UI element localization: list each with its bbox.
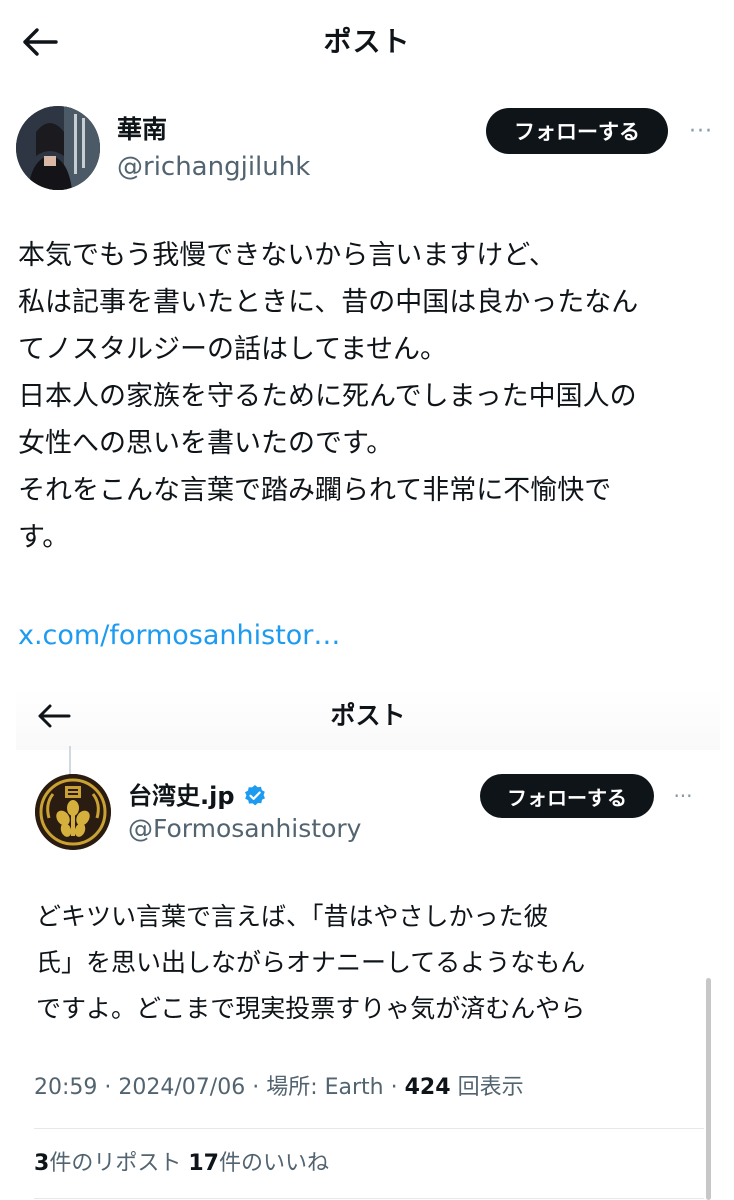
reposts-label: 件のリポスト [49, 1151, 182, 1176]
likes-label: 件のいいね [218, 1151, 329, 1176]
meta-separator: · [104, 1075, 119, 1100]
reposts-count: 3 [34, 1151, 50, 1176]
post-time: 20:59 [34, 1075, 98, 1100]
embedded-screenshot[interactable]: ポスト 台湾史.jp @Formosanhistory フォローする ··· ど… [16, 688, 720, 1200]
embedded-avatar [35, 774, 111, 850]
top-bar: ポスト [0, 0, 734, 84]
page-title: ポスト [323, 25, 411, 58]
post-location: 場所: Earth [266, 1075, 384, 1100]
thread-line [69, 746, 71, 774]
author-handle[interactable]: @richangjiluhk [117, 150, 310, 184]
author-name[interactable]: 華南 [117, 114, 167, 146]
embedded-post-stats: 3件のリポスト 17件のいいね [34, 1148, 329, 1180]
embedded-post-meta: 20:59 · 2024/07/06 · 場所: Earth · 424 回表示 [34, 1072, 524, 1104]
meta-separator: · [252, 1075, 267, 1100]
likes-count: 17 [188, 1151, 219, 1176]
divider [34, 1198, 704, 1199]
follow-button[interactable]: フォローする [486, 108, 668, 154]
post-text: 本気でもう我慢できないから言いますけど、 私は記事を書いたときに、昔の中国は良か… [18, 240, 639, 553]
embedded-author-name: 台湾史.jp [128, 782, 235, 810]
views-label: 回表示 [457, 1075, 524, 1100]
embedded-page-title: ポスト [330, 701, 406, 730]
embedded-author-handle: @Formosanhistory [128, 814, 362, 843]
embedded-more-options-icon: ··· [673, 784, 693, 808]
verified-badge-icon [243, 784, 267, 808]
views-count: 424 [404, 1075, 451, 1100]
post-author: 華南 @richangjiluhk フォローする ··· [16, 104, 718, 194]
meta-separator: · [390, 1075, 405, 1100]
post-link[interactable]: x.com/formosanhistor… [18, 614, 340, 658]
embedded-name-row: 台湾史.jp [128, 780, 267, 812]
divider [34, 1128, 704, 1129]
scrollbar [706, 978, 711, 1200]
embedded-post-text: どキツい言葉で言えば、「昔はやさしかった彼 氏」を思い出しながらオナニーしてるよ… [36, 902, 586, 1023]
post-date: 2024/07/06 [118, 1075, 246, 1100]
more-options-icon[interactable]: ··· [684, 116, 718, 146]
embedded-top-bar: ポスト [16, 688, 720, 750]
avatar[interactable] [16, 106, 100, 190]
embedded-follow-button: フォローする [480, 774, 654, 818]
